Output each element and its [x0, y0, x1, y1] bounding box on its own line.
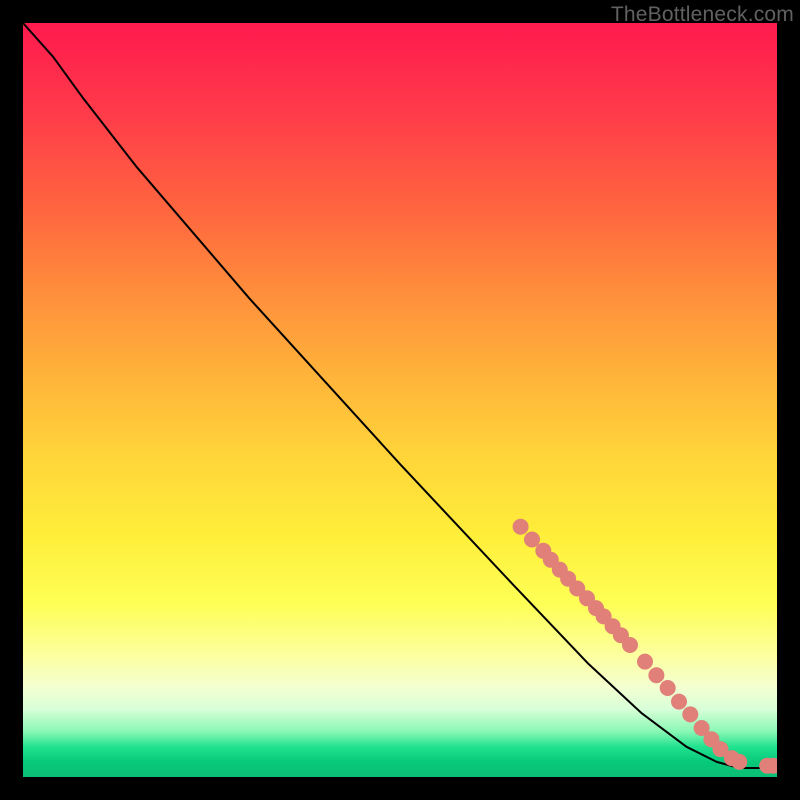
chart-plot: [23, 23, 777, 777]
chart-marker: [731, 754, 747, 770]
chart-marker: [524, 532, 540, 548]
chart-marker: [513, 519, 529, 535]
chart-marker: [648, 667, 664, 683]
chart-marker: [660, 680, 676, 696]
chart-marker: [622, 637, 638, 653]
chart-marker: [637, 654, 653, 670]
chart-line: [23, 23, 777, 768]
chart-markers: [513, 519, 777, 774]
chart-marker: [671, 694, 687, 710]
chart-marker: [682, 706, 698, 722]
